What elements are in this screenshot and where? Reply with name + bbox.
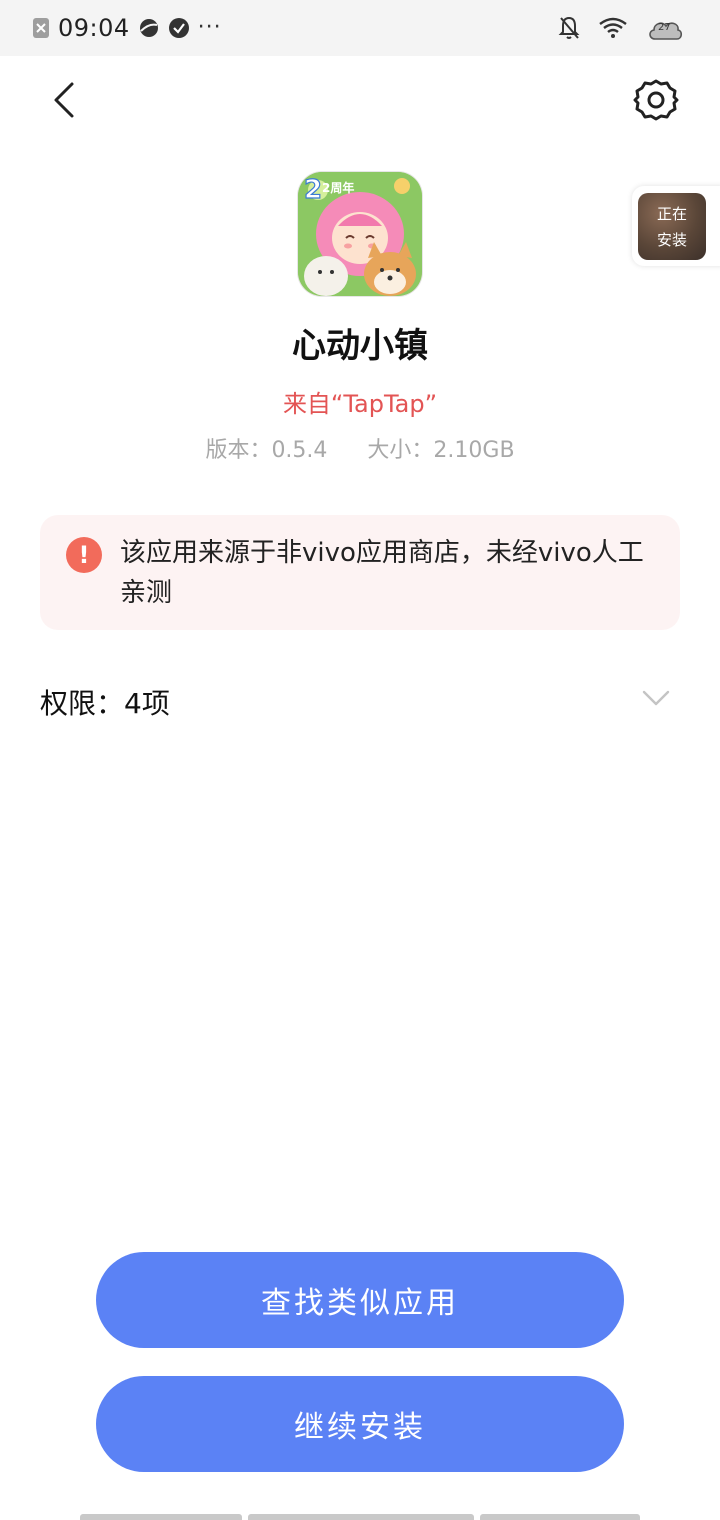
bell-off-icon bbox=[558, 16, 580, 39]
warning-text: 该应用来源于非vivo应用商店，未经vivo人工亲测 bbox=[120, 538, 644, 608]
notification-close-icon bbox=[33, 18, 49, 38]
svg-text:2: 2 bbox=[304, 175, 322, 205]
gear-icon bbox=[633, 79, 679, 121]
status-bar: 09:04 ··· 27 bbox=[0, 0, 720, 56]
security-warning-card: ! 该应用来源于非vivo应用商店，未经vivo人工亲测 bbox=[40, 515, 680, 630]
app-name: 心动小镇 bbox=[292, 326, 428, 366]
weather-temp: 27 bbox=[658, 22, 671, 33]
app-icon-artwork: 2 2周年 bbox=[298, 172, 422, 296]
continue-install-button[interactable]: 继续安装 bbox=[96, 1376, 624, 1472]
exclamation-icon: ! bbox=[66, 537, 102, 573]
chevron-down-icon bbox=[642, 690, 670, 706]
installing-float-widget[interactable]: 正在 安装 bbox=[632, 186, 720, 266]
installing-label-line1: 正在 bbox=[656, 204, 687, 223]
wifi-icon bbox=[599, 17, 627, 38]
back-button[interactable] bbox=[44, 76, 88, 124]
install-page: 09:04 ··· 27 正在 安装 2 2周年 心动小镇 来自“TapTap”… bbox=[0, 0, 720, 1520]
app-icon-badge: 2周年 bbox=[322, 180, 354, 195]
weather-cloud-icon: 27 bbox=[646, 15, 684, 41]
app-version: 版本：0.5.4 bbox=[205, 438, 328, 463]
gesture-bar-center[interactable] bbox=[248, 1514, 474, 1520]
app-meta: 版本：0.5.4 大小：2.10GB bbox=[0, 432, 720, 464]
gesture-bar-left[interactable] bbox=[80, 1514, 242, 1520]
check-circle-icon bbox=[168, 18, 189, 38]
more-notifications-icon: ··· bbox=[197, 15, 222, 40]
status-bar-left: 09:04 ··· bbox=[32, 12, 222, 44]
installing-app-thumbnail: 正在 安装 bbox=[638, 193, 706, 260]
permissions-label: 权限：4项 bbox=[40, 687, 170, 720]
permissions-row[interactable]: 权限：4项 bbox=[40, 676, 680, 728]
status-time: 09:04 bbox=[58, 14, 130, 42]
find-similar-apps-button[interactable]: 查找类似应用 bbox=[96, 1252, 624, 1348]
app-source: 来自“TapTap” bbox=[282, 390, 438, 418]
gesture-bar-right[interactable] bbox=[480, 1514, 640, 1520]
installing-label-line2: 安装 bbox=[656, 230, 687, 249]
settings-button[interactable] bbox=[632, 76, 680, 124]
app-icon: 2 2周年 bbox=[298, 172, 422, 296]
navigation-gesture-bar[interactable] bbox=[80, 1514, 640, 1520]
planet-icon bbox=[139, 19, 158, 37]
app-size: 大小：2.10GB bbox=[367, 438, 515, 463]
chevron-left-icon bbox=[54, 82, 74, 118]
status-bar-right: 27 bbox=[558, 12, 684, 44]
